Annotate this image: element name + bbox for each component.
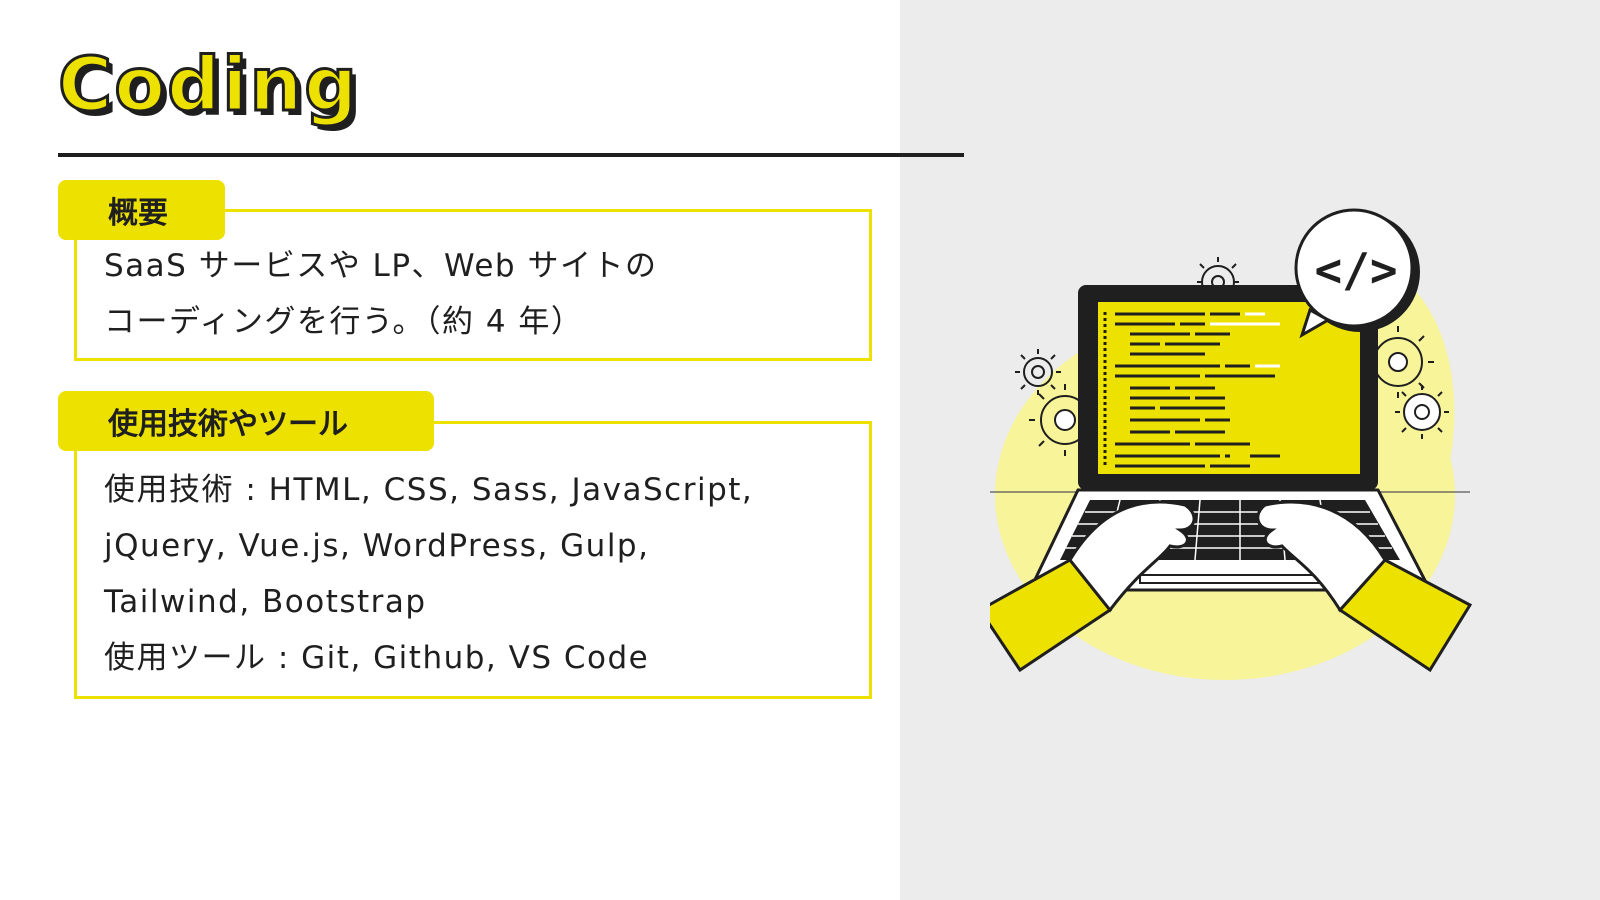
title-divider: [58, 153, 964, 157]
tech-line: 使用ツール : Git, Github, VS Code: [104, 640, 650, 676]
tech-tag: 使用技術やツール: [58, 391, 434, 451]
laptop-coding-illustration: </>: [990, 208, 1473, 680]
overview-text: SaaS サービスや LP、Web サイトの コーディングを行う。（約 4 年）: [104, 238, 657, 350]
tech-line: jQuery, Vue.js, WordPress, Gulp,: [104, 528, 650, 564]
overview-line: コーディングを行う。（約 4 年）: [104, 304, 584, 340]
tech-line: 使用技術 : HTML, CSS, Sass, JavaScript,: [104, 472, 754, 508]
trackpad: [1139, 574, 1321, 584]
tech-line: Tailwind, Bootstrap: [104, 584, 427, 620]
code-badge-text: </>: [1314, 243, 1397, 297]
overview-tag: 概要: [58, 180, 225, 240]
tech-text: 使用技術 : HTML, CSS, Sass, JavaScript, jQue…: [104, 462, 753, 686]
gear-icon: [1395, 385, 1449, 439]
overview-line: SaaS サービスや LP、Web サイトの: [104, 248, 658, 284]
page-title: Coding: [56, 42, 360, 128]
